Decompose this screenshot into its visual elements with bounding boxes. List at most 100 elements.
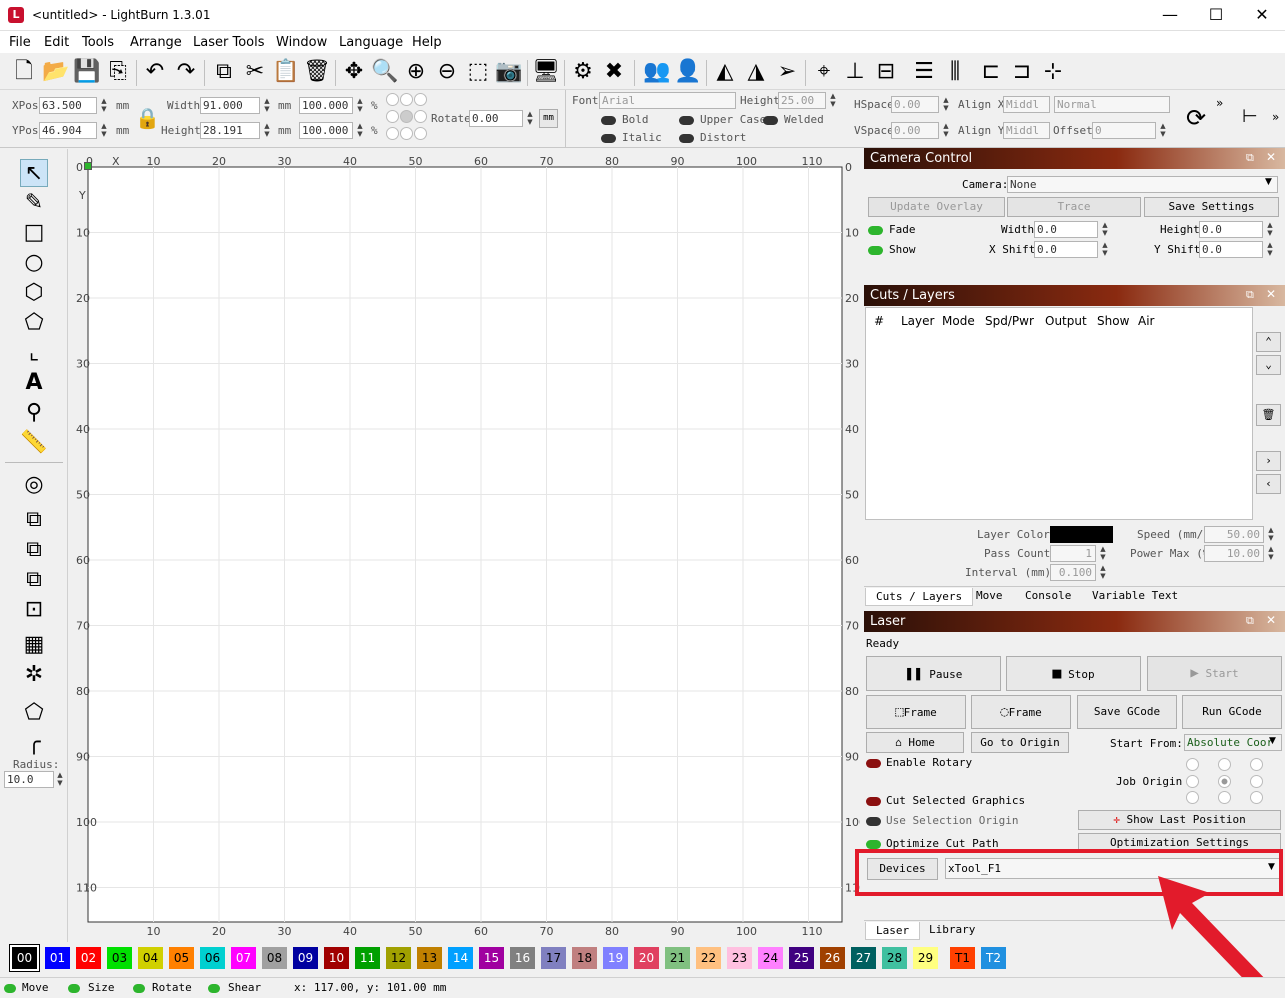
send-icon[interactable]: ➢ <box>773 58 801 86</box>
hspace-spinner[interactable]: ▲ ▼ <box>941 96 951 112</box>
enable-rotary-toggle[interactable] <box>866 759 881 768</box>
tab-laser[interactable]: Laser <box>865 922 921 940</box>
origin-radio[interactable] <box>1218 758 1231 771</box>
palette-swatch-23[interactable]: 23 <box>727 947 752 969</box>
origin-radio[interactable] <box>1186 791 1199 804</box>
settings-icon[interactable]: ⚙ <box>569 58 597 86</box>
offset-field[interactable]: 0 <box>1092 122 1156 139</box>
chevron-right-icon[interactable]: › <box>1256 451 1281 471</box>
rounded-corner-icon[interactable]: ╭ <box>20 729 48 757</box>
align-middle-icon[interactable]: ⊟ <box>872 58 900 86</box>
mirror-icon[interactable]: ◮ <box>742 58 770 86</box>
move-toggle[interactable] <box>4 984 16 993</box>
layer-color-swatch[interactable] <box>1050 526 1113 543</box>
palette-swatch-26[interactable]: 26 <box>820 947 845 969</box>
move-icon[interactable]: ✥ <box>340 58 368 86</box>
rotate-toggle[interactable] <box>133 984 145 993</box>
anchor-point[interactable] <box>386 127 399 140</box>
circular-array-icon[interactable]: ✲ <box>20 661 48 689</box>
height-field[interactable]: 28.191 <box>200 122 260 139</box>
copy-icon[interactable]: ⧉ <box>210 58 238 86</box>
pen-tool-icon[interactable]: ✎ <box>20 189 48 217</box>
measure-tool-icon[interactable]: 📏 <box>20 429 48 457</box>
start-from-select[interactable]: Absolute Coor <box>1184 734 1282 751</box>
palette-swatch-24[interactable]: 24 <box>758 947 783 969</box>
tab-move[interactable]: Move <box>966 587 1013 604</box>
zoom-selection-icon[interactable]: ⬚ <box>464 58 492 86</box>
close-panel-icon[interactable]: ✕ <box>1266 613 1276 627</box>
text-tool-icon[interactable]: A <box>20 369 48 397</box>
open-file-icon[interactable]: 📂 <box>42 58 70 86</box>
dock-center-icon[interactable]: ⊹ <box>1039 58 1067 86</box>
align-x-select[interactable]: Middl <box>1003 96 1050 113</box>
offset-shapes-icon[interactable]: ◎ <box>20 471 48 499</box>
save-settings-button[interactable]: Save Settings <box>1144 197 1279 217</box>
width-spinner[interactable]: ▲ ▼ <box>262 97 272 113</box>
tab-cuts-layers[interactable]: Cuts / Layers <box>865 588 974 606</box>
palette-swatch-12[interactable]: 12 <box>386 947 411 969</box>
camera-icon[interactable]: 📷 <box>495 58 523 86</box>
offset-spinner[interactable]: ▲ ▼ <box>1158 122 1168 138</box>
palette-swatch-11[interactable]: 11 <box>355 947 380 969</box>
palette-swatch-19[interactable]: 19 <box>603 947 628 969</box>
origin-radio[interactable] <box>1250 791 1263 804</box>
float-icon[interactable]: ⧉ <box>1246 288 1254 302</box>
origin-radio-selected[interactable] <box>1218 775 1231 788</box>
origin-radio[interactable] <box>1186 758 1199 771</box>
tab-console[interactable]: Console <box>1015 587 1081 604</box>
distort-toggle[interactable] <box>679 134 694 143</box>
boolean-union-icon[interactable]: ⧉ <box>20 536 48 564</box>
y-shift-field[interactable]: 0.0 <box>1199 241 1263 258</box>
anchor-point[interactable] <box>400 93 413 106</box>
welded-toggle[interactable] <box>763 116 778 125</box>
marker-tool-icon[interactable]: ⚲ <box>20 399 48 427</box>
layers-table[interactable]: # Layer Mode Spd/Pwr Output Show Air <box>865 307 1253 520</box>
menu-language[interactable]: Language <box>339 35 403 50</box>
save-file-icon[interactable]: 💾 <box>73 58 101 86</box>
palette-swatch-09[interactable]: 09 <box>293 947 318 969</box>
home-button[interactable]: ⌂ Home <box>866 732 964 753</box>
align-y-select[interactable]: Middl <box>1003 122 1050 139</box>
polygon-tool-icon[interactable]: ⬡ <box>20 279 48 307</box>
palette-swatch-T1[interactable]: T1 <box>950 947 975 969</box>
menu-file[interactable]: File <box>9 35 31 50</box>
tab-variable-text[interactable]: Variable Text <box>1082 587 1188 604</box>
flip-horizontal-icon[interactable]: ◭ <box>711 58 739 86</box>
new-file-icon[interactable]: 🗋 <box>10 58 38 86</box>
palette-swatch-07[interactable]: 07 <box>231 947 256 969</box>
delete-layer-icon[interactable]: 🗑 <box>1256 404 1281 426</box>
import-icon[interactable]: ⎘ <box>104 58 132 86</box>
menu-window[interactable]: Window <box>276 35 327 50</box>
xpos-field[interactable]: 63.500 <box>39 97 97 114</box>
optimize-toggle[interactable] <box>866 840 881 849</box>
camera-select[interactable]: None <box>1007 176 1278 193</box>
cut-icon[interactable]: ✂ <box>241 58 269 86</box>
palette-swatch-01[interactable]: 01 <box>45 947 70 969</box>
cam-height-spinner[interactable]: ▲ ▼ <box>1265 221 1275 237</box>
start-button[interactable]: ▶ Start <box>1147 656 1282 691</box>
zoom-out-icon[interactable]: ⊖ <box>433 58 461 86</box>
scale-width-spinner[interactable]: ▲ ▼ <box>355 97 365 113</box>
menu-laser-tools[interactable]: Laser Tools <box>193 35 264 50</box>
anchor-point[interactable] <box>414 93 427 106</box>
palette-swatch-15[interactable]: 15 <box>479 947 504 969</box>
origin-radio[interactable] <box>1250 775 1263 788</box>
anchor-point[interactable] <box>400 127 413 140</box>
use-selection-origin-toggle[interactable] <box>866 817 881 826</box>
show-toggle[interactable] <box>868 246 883 255</box>
expand-chevron-icon[interactable]: » <box>1272 110 1279 124</box>
palette-swatch-02[interactable]: 02 <box>76 947 101 969</box>
lock-icon[interactable]: 🔒 <box>135 106 160 130</box>
chevron-left-icon[interactable]: ‹ <box>1256 474 1281 494</box>
upper-case-toggle[interactable] <box>679 116 694 125</box>
shear-toggle[interactable] <box>208 984 220 993</box>
font-height-field[interactable]: 25.00 <box>778 92 826 109</box>
close-panel-icon[interactable]: ✕ <box>1266 150 1276 164</box>
font-select[interactable]: Arial <box>599 92 736 109</box>
palette-swatch-25[interactable]: 25 <box>789 947 814 969</box>
trace-button[interactable]: Trace <box>1007 197 1141 217</box>
radius-spinner[interactable]: ▲ ▼ <box>55 771 65 787</box>
run-gcode-button[interactable]: Run GCode <box>1182 695 1282 729</box>
monitor-icon[interactable]: 🖥 <box>532 58 560 86</box>
palette-swatch-T2[interactable]: T2 <box>981 947 1006 969</box>
